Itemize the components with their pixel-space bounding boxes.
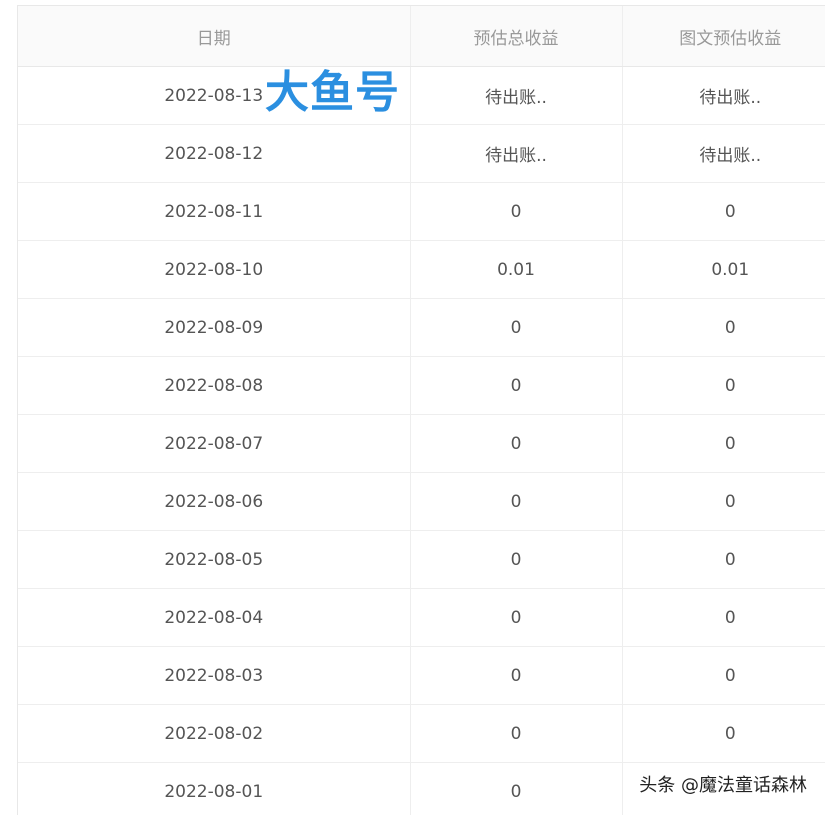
cell-graphic-earnings: 0 <box>621 356 825 415</box>
cell-total-earnings: 0 <box>409 298 622 357</box>
cell-total-earnings: 0 <box>409 356 622 415</box>
table-row: 2022-08-05 0 0 <box>18 530 825 589</box>
cell-total-earnings: 0.01 <box>409 240 622 299</box>
table-row: 2022-08-04 0 0 <box>18 588 825 647</box>
cell-date: 2022-08-03 <box>18 646 410 705</box>
cell-total-earnings: 0 <box>409 588 622 647</box>
cell-date: 2022-08-06 <box>18 472 410 531</box>
cell-date: 2022-08-09 <box>18 298 410 357</box>
cell-total-earnings: 0 <box>409 704 622 763</box>
cell-date: 2022-08-07 <box>18 414 410 473</box>
cell-total-earnings: 0 <box>409 472 622 531</box>
cell-total-earnings: 0 <box>409 530 622 589</box>
table-row: 2022-08-09 0 0 <box>18 298 825 357</box>
toutiao-watermark: 头条 @魔法童话森林 <box>639 775 807 796</box>
cell-total-earnings: 0 <box>409 414 622 473</box>
earnings-table-container: 日期 预估总收益 图文预估收益 2022-08-13 待出账.. 待出账.. 2022… <box>17 5 825 815</box>
cell-date: 2022-08-10 <box>18 240 410 299</box>
cell-graphic-earnings: 0 <box>621 472 825 531</box>
dayu-watermark: 大鱼号 <box>265 67 400 118</box>
cell-date: 2022-08-04 <box>18 588 410 647</box>
cell-graphic-earnings: 0.01 <box>621 240 825 299</box>
cell-total-earnings: 待出账.. <box>409 124 622 183</box>
cell-graphic-earnings: 待出账.. <box>621 66 825 125</box>
cell-graphic-earnings: 0 <box>621 298 825 357</box>
table-body: 2022-08-13 待出账.. 待出账.. 2022-08-12 待出账.. 待出账..… <box>18 66 825 815</box>
cell-graphic-earnings: 0 <box>621 646 825 705</box>
table-row: 2022-08-11 0 0 <box>18 182 825 241</box>
earnings-table: 日期 预估总收益 图文预估收益 2022-08-13 待出账.. 待出账.. 2022… <box>18 6 825 815</box>
table-row: 2022-08-06 0 0 <box>18 472 825 531</box>
header-graphic-earnings: 图文预估收益 <box>621 6 825 67</box>
cell-graphic-earnings: 0 <box>621 414 825 473</box>
cell-graphic-earnings: 0 <box>621 588 825 647</box>
cell-total-earnings: 0 <box>409 762 622 815</box>
cell-date: 2022-08-11 <box>18 182 410 241</box>
cell-graphic-earnings: 待出账.. <box>621 124 825 183</box>
table-row: 2022-08-03 0 0 <box>18 646 825 705</box>
table-row: 2022-08-13 待出账.. 待出账.. <box>18 66 825 125</box>
cell-graphic-earnings: 0 <box>621 704 825 763</box>
page: 日期 预估总收益 图文预估收益 2022-08-13 待出账.. 待出账.. 2022… <box>0 0 825 815</box>
cell-date: 2022-08-12 <box>18 124 410 183</box>
header-row: 日期 预估总收益 图文预估收益 <box>18 6 825 67</box>
cell-total-earnings: 0 <box>409 646 622 705</box>
cell-date: 2022-08-05 <box>18 530 410 589</box>
table-row: 2022-08-10 0.01 0.01 <box>18 240 825 299</box>
table-header: 日期 预估总收益 图文预估收益 <box>18 6 825 67</box>
cell-total-earnings: 待出账.. <box>409 66 622 125</box>
cell-date: 2022-08-08 <box>18 356 410 415</box>
table-row: 2022-08-07 0 0 <box>18 414 825 473</box>
cell-graphic-earnings: 0 <box>621 182 825 241</box>
cell-graphic-earnings: 0 <box>621 530 825 589</box>
cell-total-earnings: 0 <box>409 182 622 241</box>
table-row: 2022-08-12 待出账.. 待出账.. <box>18 124 825 183</box>
table-row: 2022-08-02 0 0 <box>18 704 825 763</box>
table-row: 2022-08-08 0 0 <box>18 356 825 415</box>
header-total-earnings: 预估总收益 <box>409 6 622 67</box>
cell-date: 2022-08-02 <box>18 704 410 763</box>
cell-date: 2022-08-01 <box>18 762 410 815</box>
